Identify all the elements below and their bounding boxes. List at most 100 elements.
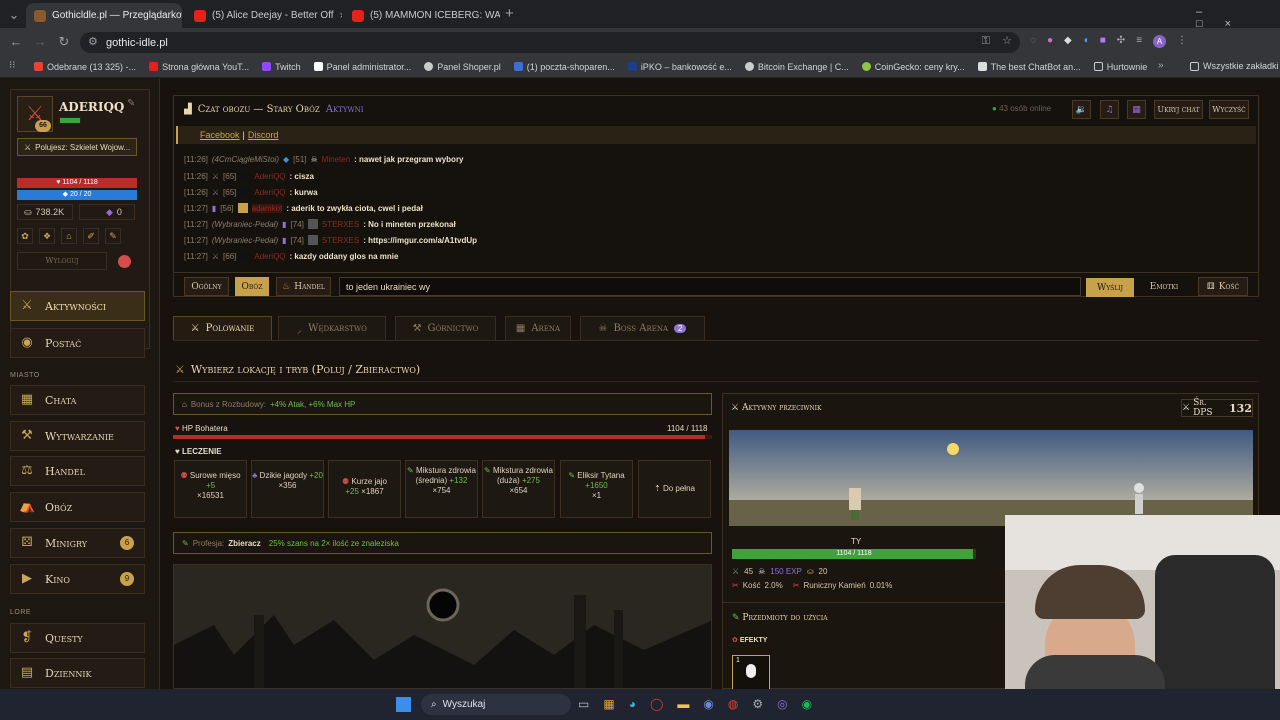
heal-eliksir-tytana[interactable]: ✎ Eliksir Tytana +1650 ×1	[560, 460, 633, 518]
file-explorer-icon[interactable]: ▬	[677, 697, 689, 711]
tab-list-icon[interactable]: ⌄	[2, 7, 26, 23]
nav-minigry[interactable]: ⚄ Minigry 6	[10, 528, 145, 558]
tab-boss-arena[interactable]: ☠ Boss Arena 2	[580, 316, 705, 340]
tab-gornictwo[interactable]: ⚒ Górnictwo	[395, 316, 496, 340]
new-tab-button[interactable]: +	[505, 5, 514, 22]
location-image[interactable]	[173, 564, 712, 689]
extension-icon[interactable]: ◖	[1083, 35, 1089, 48]
bookmark-hurtownie[interactable]: Hurtownie	[1093, 62, 1147, 72]
chat-username[interactable]: AderiQQ	[254, 252, 285, 261]
all-bookmarks[interactable]: Wszystkie zakładki	[1190, 61, 1279, 71]
tab-youtube-1[interactable]: (5) Alice Deejay - Better Off ×	[186, 3, 342, 28]
nav-oboz[interactable]: ⛺ Obóz	[10, 492, 145, 522]
send-button[interactable]: Wyślij	[1086, 278, 1134, 297]
key-icon[interactable]: ⚿	[982, 35, 990, 48]
edit-icon[interactable]: ✎	[127, 98, 135, 109]
extension-icon[interactable]: ■	[1100, 35, 1106, 48]
tab-wedkarstwo[interactable]: ⸝ Wędkarstwo	[278, 316, 386, 340]
logout-button[interactable]: Wyloguj	[17, 252, 107, 270]
sound-toggle-icon[interactable]: 🔉	[1072, 100, 1091, 119]
heal-dzikie-jagody[interactable]: ♣ Dzikie jagody +20 ×356	[251, 460, 324, 518]
bookmark-chatbot[interactable]: The best ChatBot an...	[977, 62, 1081, 72]
app-icon[interactable]: ⚙	[752, 697, 763, 711]
tab-arena[interactable]: ▦ Arena	[505, 316, 571, 340]
bookmark-poczta[interactable]: (1) poczta-shoparen...	[513, 62, 615, 72]
clear-chat-button[interactable]: Wyczyść	[1209, 100, 1249, 119]
reload-icon[interactable]: ↻	[52, 34, 76, 50]
grid-icon[interactable]: ▦	[1127, 100, 1146, 119]
active-users-link[interactable]: Aktywni	[326, 104, 364, 115]
heal-mikstura-srednia[interactable]: ✎ Mikstura zdrowia (średnia) +132 ×754	[405, 460, 478, 518]
heal-to-full-button[interactable]: ⇡ Do pełna	[638, 460, 711, 518]
nav-postac[interactable]: ◉ Postać	[10, 328, 145, 358]
nav-kino[interactable]: ▶ Kino 9	[10, 564, 145, 594]
chat-username[interactable]: AderiQQ	[254, 188, 285, 197]
chat-username[interactable]: STERXES	[322, 220, 359, 229]
bookmark-ipko[interactable]: iPKO – bankowość e...	[627, 62, 732, 72]
windows-start-icon[interactable]	[396, 697, 411, 712]
window-controls[interactable]: –□×	[1196, 6, 1280, 30]
address-bar[interactable]: ⚙ gothic-idle.pl ⚿ ☆	[80, 32, 1020, 53]
nav-chata[interactable]: ▦ Chata	[10, 385, 145, 415]
site-info-icon[interactable]: ⚙	[88, 35, 98, 48]
puzzle-icon[interactable]: ✣	[1117, 35, 1125, 48]
inventory-icon[interactable]: ❖	[39, 228, 55, 244]
bookmark-coingecko[interactable]: CoinGecko: ceny kry...	[861, 62, 965, 72]
channel-ogolny[interactable]: Ogólny	[184, 277, 229, 296]
back-icon[interactable]: ←	[4, 34, 28, 49]
settings-icon[interactable]: ✿	[17, 228, 33, 244]
close-icon[interactable]: ×	[340, 10, 342, 22]
menu-icon[interactable]: ≡	[1136, 35, 1142, 48]
chat-username[interactable]: adamkot	[251, 203, 283, 213]
bookmark-admin[interactable]: Panel administrator...	[313, 62, 411, 72]
profile-avatar[interactable]: A	[1153, 35, 1167, 48]
taskbar-search[interactable]: ⌕ Wyszukaj	[421, 694, 571, 715]
forward-icon[interactable]: →	[28, 34, 52, 49]
nav-wytwarzanie[interactable]: ⚒ Wytwarzanie	[10, 421, 145, 451]
bookmark-twitch[interactable]: Twitch	[262, 62, 301, 72]
task-view-icon[interactable]: ▭	[578, 697, 589, 711]
star-icon[interactable]: ☆	[1002, 34, 1012, 47]
dice-button[interactable]: ⚅ Kość	[1198, 277, 1248, 296]
discord-link[interactable]: Discord	[248, 130, 279, 140]
extension-icon[interactable]: ◌	[1030, 35, 1036, 48]
emotes-button[interactable]: Emotki	[1140, 277, 1188, 296]
channel-handel[interactable]: ♨ Handel	[276, 277, 331, 296]
tab-gothicidle[interactable]: Gothicldle.pl — Przeglądarkow ×	[26, 3, 182, 28]
bookmark-youtube[interactable]: Strona główna YouT...	[149, 62, 249, 72]
heal-surowe-mieso[interactable]: ⚉ Surowe mięso +5 ×16531	[174, 460, 247, 518]
extension-icon[interactable]: ◆	[1064, 35, 1072, 48]
edge-icon[interactable]: ◕	[629, 697, 636, 711]
extension-icon[interactable]: ●	[1047, 35, 1053, 48]
facebook-link[interactable]: Facebook	[200, 130, 240, 140]
chrome-icon[interactable]: ◍	[728, 697, 738, 711]
bookmark-gmail[interactable]: Odebrane (13 325) -...	[34, 62, 136, 72]
tab-youtube-2[interactable]: (5) MAMMON ICEBERG: WARST ×	[344, 3, 500, 28]
store-icon[interactable]: ▦	[603, 697, 614, 711]
home-icon[interactable]: ⌂	[61, 228, 77, 244]
feather-icon[interactable]: ✎	[105, 228, 121, 244]
sound-icon[interactable]	[118, 255, 131, 268]
heal-kurze-jajo[interactable]: ⚉ Kurze jajo +25 ×1867	[328, 460, 401, 518]
channel-oboz[interactable]: Obóz	[235, 277, 269, 296]
music-icon[interactable]: ♫	[1100, 100, 1119, 119]
bookmark-bitcoin[interactable]: Bitcoin Exchange | C...	[744, 62, 849, 72]
heal-mikstura-duza[interactable]: ✎ Mikstura zdrowia (duża) +275 ×654	[482, 460, 555, 518]
nav-handel[interactable]: ⚖ Handel	[10, 456, 145, 486]
chat-username[interactable]: Mineten	[322, 155, 350, 164]
chat-username[interactable]: AderiQQ	[254, 172, 285, 181]
hide-chat-button[interactable]: Ukryj chat	[1154, 100, 1203, 119]
chevron-right-icon[interactable]: »	[1158, 60, 1164, 71]
nav-dziennik[interactable]: ▤ Dziennik	[10, 658, 145, 688]
app-icon[interactable]: ◎	[777, 697, 787, 711]
discord-icon[interactable]: ◉	[703, 697, 713, 711]
bookmark-shoper[interactable]: Panel Shoper.pl	[424, 62, 501, 72]
sword-icon[interactable]: ✐	[83, 228, 99, 244]
more-icon[interactable]: ⋮	[1177, 35, 1187, 48]
opera-icon[interactable]: ◯	[650, 697, 663, 711]
chat-input[interactable]	[339, 277, 1081, 296]
apps-icon[interactable]: ⁝⁝	[9, 60, 15, 71]
nav-aktywnosci[interactable]: ⚔ Aktywności	[10, 291, 145, 321]
nav-questy[interactable]: ❡ Questy	[10, 623, 145, 653]
item-slot[interactable]: 1	[732, 655, 770, 690]
